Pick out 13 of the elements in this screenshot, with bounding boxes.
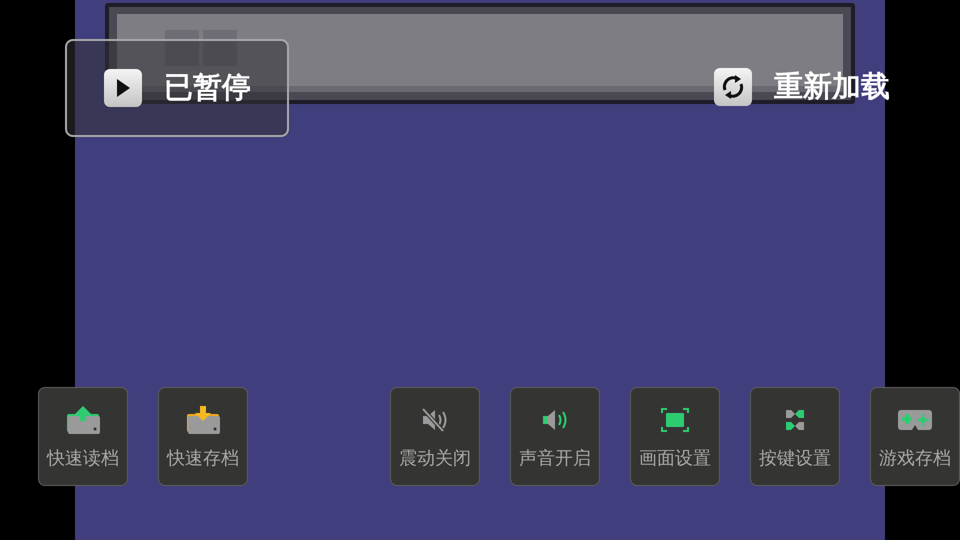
- menu-button[interactable]: 画面设置: [630, 387, 720, 486]
- menu-button[interactable]: 声音开启: [510, 387, 600, 486]
- menu-button[interactable]: 快速读档: [38, 387, 128, 486]
- play-icon[interactable]: [104, 69, 142, 107]
- menu-button[interactable]: 游戏存档: [870, 387, 960, 486]
- menu-button[interactable]: 震动关闭: [390, 387, 480, 486]
- menu-button[interactable]: 按键设置: [750, 387, 840, 486]
- paused-label: 已暂停: [164, 69, 251, 106]
- download-tray-icon: [185, 404, 221, 436]
- pause-panel[interactable]: 已暂停: [65, 39, 289, 137]
- menu-button[interactable]: 快速存档: [158, 387, 248, 486]
- reload-icon[interactable]: [714, 68, 752, 106]
- upload-tray-icon: [65, 404, 101, 436]
